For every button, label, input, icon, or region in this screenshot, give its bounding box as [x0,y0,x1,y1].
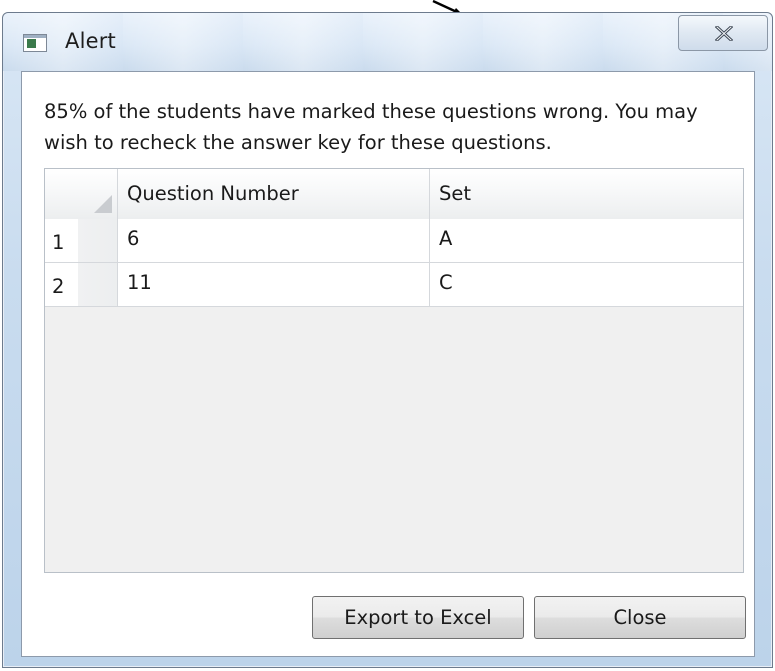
window-app-icon [23,34,47,52]
grid-header: Question Number Set [45,169,743,220]
select-all-corner-icon[interactable] [45,169,118,219]
row-index: 1 [52,231,65,254]
window-title: Alert [65,29,116,53]
alert-message: 85% of the students have marked these qu… [44,100,698,154]
dialog-content: 85% of the students have marked these qu… [21,71,755,657]
row-header[interactable]: 2 [45,263,118,306]
column-header-set[interactable]: Set [430,169,743,219]
cell-question-number[interactable]: 11 [118,263,430,306]
row-header[interactable]: 1 [45,219,118,262]
title-bar[interactable]: Alert [3,13,772,71]
cell-question-number[interactable]: 6 [118,219,430,262]
export-to-excel-button[interactable]: Export to Excel [312,596,524,639]
questions-grid[interactable]: Question Number Set 1 6 A 2 11 C [44,168,744,573]
cell-set[interactable]: C [430,263,743,306]
close-icon [715,26,733,41]
close-button[interactable]: Close [534,596,746,639]
screen: Alert 85% of the students have marked th… [0,0,775,671]
alert-dialog: Alert 85% of the students have marked th… [2,12,773,668]
table-row[interactable]: 1 6 A [45,219,743,263]
row-index: 2 [52,275,65,298]
column-header-question-number[interactable]: Question Number [118,169,430,219]
cell-set[interactable]: A [430,219,743,262]
table-row[interactable]: 2 11 C [45,263,743,307]
window-close-button[interactable] [678,15,768,51]
